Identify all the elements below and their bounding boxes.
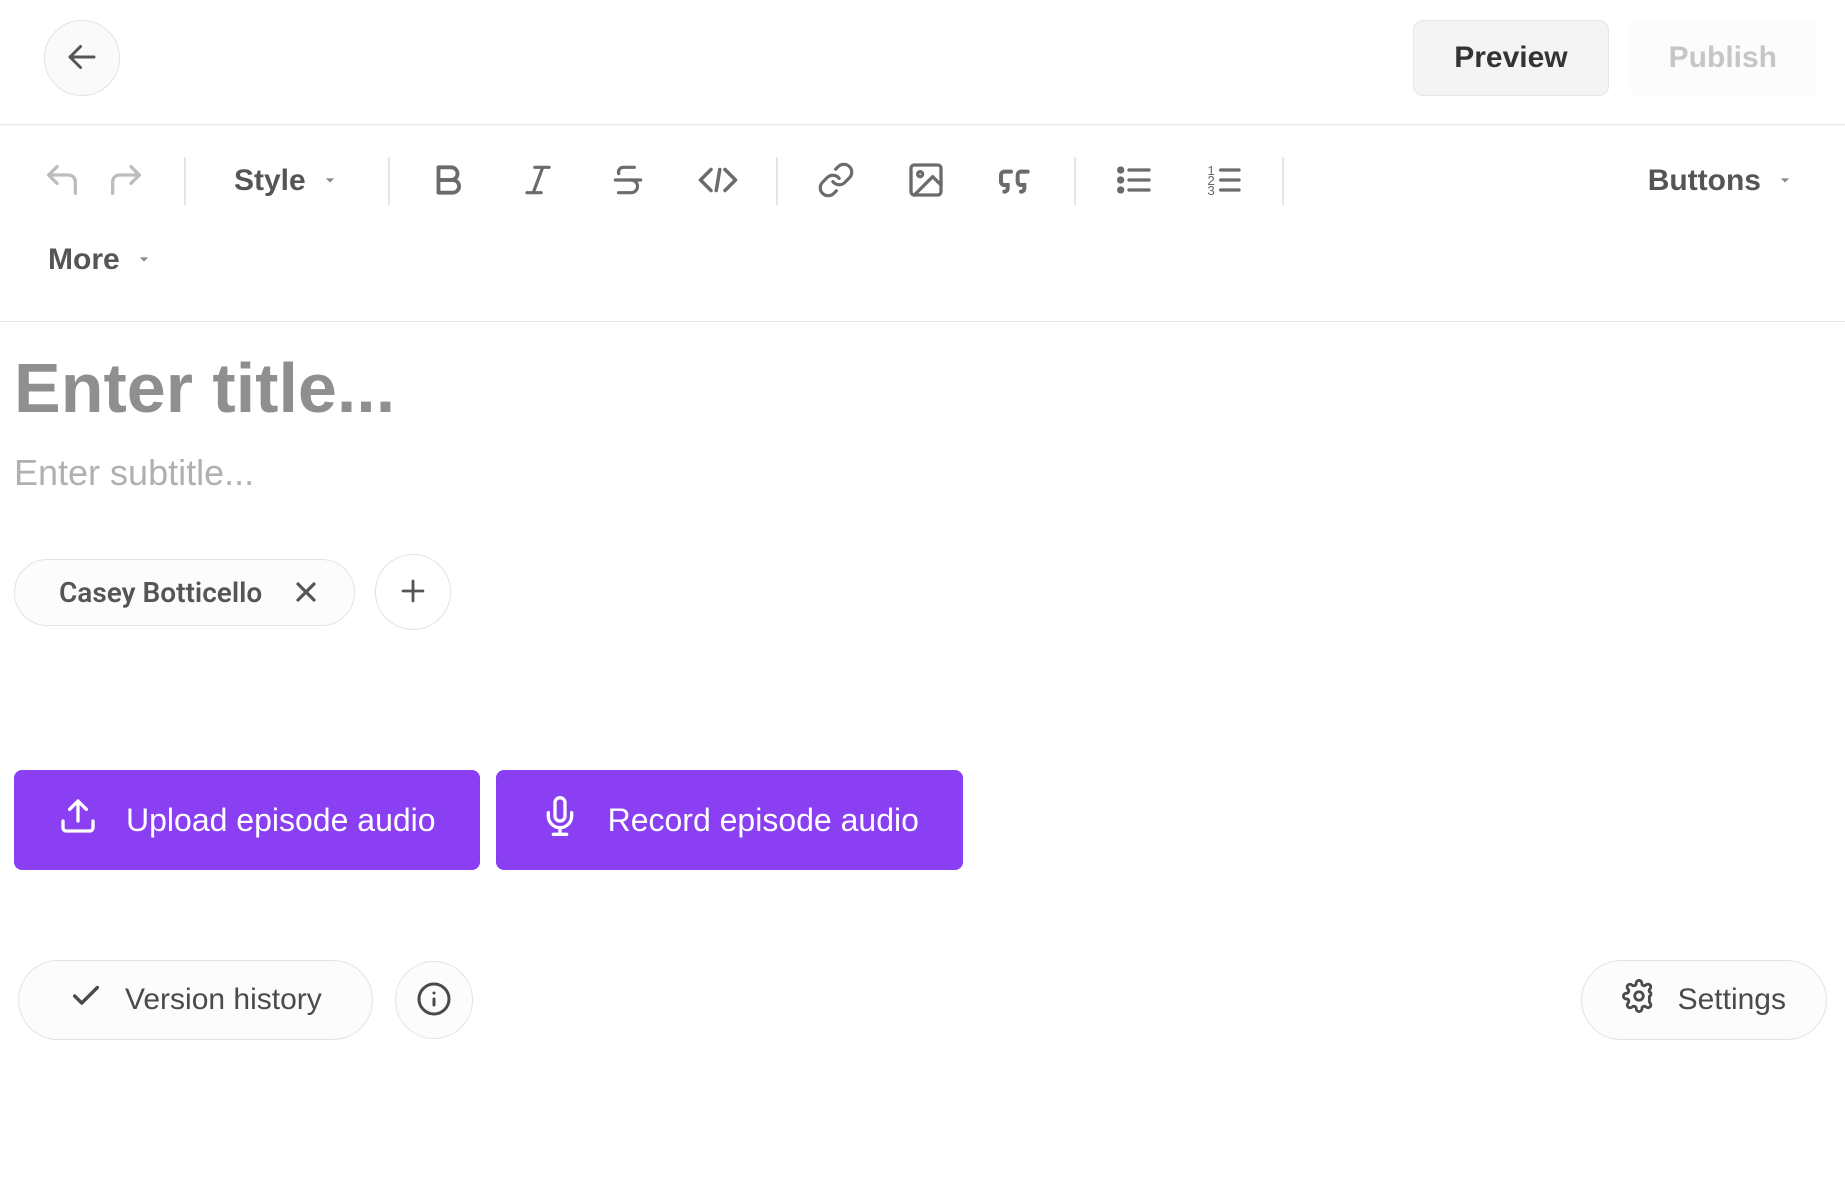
author-name: Casey Botticello <box>59 576 262 609</box>
buttons-dropdown[interactable]: Buttons <box>1630 154 1813 208</box>
author-row: Casey Botticello <box>14 554 1831 630</box>
insert-group <box>808 153 1044 209</box>
microphone-icon <box>540 796 580 844</box>
image-button[interactable] <box>898 153 954 209</box>
toolbar-separator <box>388 157 390 205</box>
subtitle-input[interactable] <box>14 452 1831 494</box>
quote-button[interactable] <box>988 153 1044 209</box>
record-audio-button[interactable]: Record episode audio <box>496 770 963 870</box>
check-icon <box>69 979 103 1021</box>
info-icon <box>416 981 452 1020</box>
list-group: 123 <box>1106 153 1252 209</box>
toolbar-separator <box>1282 157 1284 205</box>
editor-area: Casey Botticello Upload episode audio <box>0 322 1845 1040</box>
numbered-list-button[interactable]: 123 <box>1196 153 1252 209</box>
upload-audio-button[interactable]: Upload episode audio <box>14 770 480 870</box>
plus-icon <box>396 574 430 611</box>
quote-icon <box>996 160 1036 203</box>
link-icon <box>817 161 855 202</box>
upload-audio-label: Upload episode audio <box>126 802 436 839</box>
info-button[interactable] <box>395 961 473 1039</box>
caret-down-icon <box>320 164 340 198</box>
bold-icon <box>429 161 467 202</box>
toolbar-separator <box>1074 157 1076 205</box>
image-icon <box>906 160 946 203</box>
toolbar-row-1: Style <box>34 153 1825 233</box>
audio-actions: Upload episode audio Record episode audi… <box>14 770 1831 870</box>
record-audio-label: Record episode audio <box>608 802 919 839</box>
title-input[interactable] <box>14 348 1831 428</box>
remove-author-button[interactable] <box>290 576 322 608</box>
style-dropdown[interactable]: Style <box>216 154 358 208</box>
undo-button[interactable] <box>34 153 90 209</box>
more-dropdown[interactable]: More <box>48 233 172 287</box>
caret-down-icon <box>134 243 154 277</box>
footer-left: Version history <box>18 960 473 1040</box>
gear-icon <box>1622 979 1656 1021</box>
add-author-button[interactable] <box>375 554 451 630</box>
settings-button[interactable]: Settings <box>1581 960 1827 1040</box>
toolbar-separator <box>776 157 778 205</box>
svg-text:3: 3 <box>1207 183 1214 198</box>
numbered-list-icon: 123 <box>1204 160 1244 203</box>
undo-icon <box>42 160 82 203</box>
bullet-list-icon <box>1114 160 1154 203</box>
link-button[interactable] <box>808 153 864 209</box>
version-history-label: Version history <box>125 983 322 1017</box>
arrow-left-icon <box>64 39 100 78</box>
code-icon <box>697 159 739 204</box>
more-dropdown-label: More <box>48 243 120 277</box>
page-root: Preview Publish Style <box>0 0 1845 1199</box>
strikethrough-icon <box>609 161 647 202</box>
header-bar: Preview Publish <box>0 0 1845 125</box>
settings-label: Settings <box>1678 983 1786 1017</box>
upload-icon <box>58 796 98 844</box>
code-button[interactable] <box>690 153 746 209</box>
header-actions: Preview Publish <box>1413 20 1817 96</box>
bold-button[interactable] <box>420 153 476 209</box>
version-history-button[interactable]: Version history <box>18 960 373 1040</box>
footer-row: Version history Settings <box>14 960 1831 1040</box>
italic-icon <box>519 161 557 202</box>
caret-down-icon <box>1775 164 1795 198</box>
italic-button[interactable] <box>510 153 566 209</box>
back-button[interactable] <box>44 20 120 96</box>
style-dropdown-label: Style <box>234 164 306 198</box>
redo-button[interactable] <box>98 153 154 209</box>
bullet-list-button[interactable] <box>1106 153 1162 209</box>
buttons-dropdown-label: Buttons <box>1648 164 1761 198</box>
editor-toolbar: Style <box>0 125 1845 322</box>
toolbar-separator <box>184 157 186 205</box>
publish-button[interactable]: Publish <box>1629 20 1817 96</box>
author-chip: Casey Botticello <box>14 559 355 626</box>
strikethrough-button[interactable] <box>600 153 656 209</box>
toolbar-row-2: More <box>34 233 1825 321</box>
preview-button[interactable]: Preview <box>1413 20 1608 96</box>
redo-icon <box>106 160 146 203</box>
inline-format-group <box>420 153 746 209</box>
